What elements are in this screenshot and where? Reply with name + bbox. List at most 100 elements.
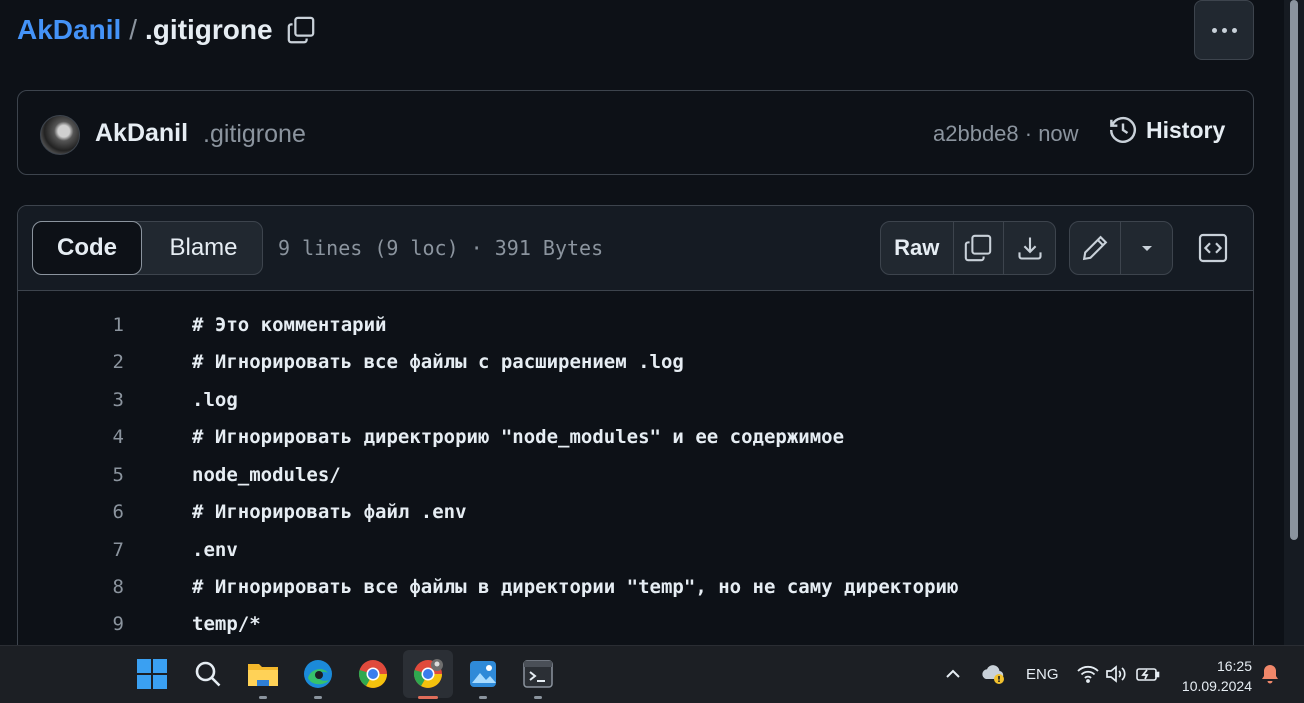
breadcrumb-owner-link[interactable]: AkDanil	[17, 14, 121, 46]
kebab-horizontal-icon	[1211, 27, 1237, 33]
line-content: node_modules/	[192, 463, 341, 486]
scrollbar-thumb[interactable]	[1290, 0, 1298, 540]
windows-logo-icon	[137, 659, 167, 689]
line-number[interactable]: 3	[58, 382, 124, 419]
line-content: # Игнорировать файл .env	[192, 501, 467, 523]
line-number[interactable]: 1	[58, 307, 124, 344]
tab-blame[interactable]: Blame	[143, 221, 264, 275]
copy-icon	[287, 16, 314, 44]
line-number[interactable]: 2	[58, 344, 124, 381]
copy-path-button[interactable]	[285, 14, 317, 46]
keyboard-language[interactable]: ENG	[1026, 666, 1059, 683]
speaker-icon	[1106, 665, 1126, 683]
start-button[interactable]	[132, 654, 172, 694]
file-explorer-button[interactable]	[243, 654, 283, 694]
edit-dropdown-button[interactable]	[1121, 222, 1172, 274]
view-mode-toggle: Blame Code	[32, 221, 263, 275]
line-content: # Это комментарий	[192, 314, 387, 336]
system-clock[interactable]: 16:25 10.09.2024	[1178, 656, 1252, 696]
wifi-icon	[1077, 665, 1099, 683]
code-line: 9 temp/*	[18, 606, 1253, 643]
taskbar-search-button[interactable]	[188, 654, 228, 694]
taskbar-running-indicator	[534, 696, 542, 699]
breadcrumb: AkDanil / .gitigrone	[17, 14, 317, 46]
notifications-button[interactable]	[1250, 654, 1290, 694]
breadcrumb-file-name: .gitigrone	[145, 14, 273, 45]
search-icon	[195, 661, 221, 687]
line-number[interactable]: 5	[58, 457, 124, 494]
file-info: 9 lines (9 loc) · 391 Bytes	[278, 236, 604, 260]
clock-date: 10.09.2024	[1181, 678, 1252, 694]
cloud-warning-icon	[982, 665, 1004, 684]
raw-actions-group: Raw	[880, 221, 1056, 275]
taskbar-active-indicator	[418, 696, 438, 699]
chrome-profile-icon	[413, 659, 443, 688]
line-content: # Игнорировать все файлы с расширением .…	[192, 351, 684, 373]
more-options-button[interactable]	[1194, 0, 1254, 60]
code-square-icon	[1198, 233, 1228, 263]
tab-code[interactable]: Code	[32, 221, 142, 275]
edge-icon	[304, 660, 332, 688]
show-hidden-icons-button[interactable]	[933, 654, 973, 694]
file-header: Blame Code 9 lines (9 loc) · 391 Bytes R…	[18, 206, 1253, 291]
clock-time: 16:25	[1216, 658, 1252, 674]
onedrive-status-button[interactable]	[973, 654, 1013, 694]
pencil-icon	[1082, 235, 1108, 261]
symbols-panel-button[interactable]	[1188, 221, 1238, 275]
photos-icon	[470, 661, 496, 687]
taskbar-running-indicator	[479, 696, 487, 699]
battery-charging-icon	[1136, 668, 1160, 681]
code-line: 1 # Это комментарий	[18, 307, 1253, 344]
line-content: .log	[192, 388, 238, 411]
line-content: .env	[192, 538, 238, 561]
commit-hash-time[interactable]: a2bbde8 · now	[933, 121, 1079, 147]
commit-author[interactable]: AkDanil	[95, 119, 188, 148]
code-line: 6 # Игнорировать файл .env	[18, 494, 1253, 531]
file-viewer: Blame Code 9 lines (9 loc) · 391 Bytes R…	[17, 205, 1254, 665]
triangle-down-icon	[1141, 246, 1152, 251]
photos-button[interactable]	[463, 654, 503, 694]
avatar[interactable]	[40, 115, 80, 155]
edge-button[interactable]	[298, 654, 338, 694]
edit-actions-group	[1069, 221, 1173, 275]
taskbar-running-indicator	[259, 696, 267, 699]
folder-icon	[248, 664, 278, 686]
chevron-up-icon	[946, 669, 960, 678]
code-line: 4 # Игнорировать директрорию "node_modul…	[18, 419, 1253, 456]
terminal-icon	[523, 660, 553, 688]
page-scrollbar[interactable]	[1284, 0, 1304, 645]
copy-icon	[965, 234, 992, 262]
line-content: # Игнорировать директрорию "node_modules…	[192, 426, 845, 448]
bell-icon	[1262, 665, 1278, 684]
history-label: History	[1146, 116, 1226, 143]
download-button[interactable]	[1004, 222, 1055, 274]
code-line: 8 # Игнорировать все файлы в директории …	[18, 569, 1253, 606]
latest-commit-bar: AkDanil .gitigrone a2bbde8 · now History	[17, 90, 1254, 175]
copy-raw-button[interactable]	[954, 222, 1005, 274]
line-number[interactable]: 8	[58, 569, 124, 606]
taskbar-running-indicator	[314, 696, 322, 699]
chrome-icon	[358, 660, 387, 688]
chrome-profile-button[interactable]	[408, 654, 448, 694]
raw-button[interactable]: Raw	[881, 222, 954, 274]
line-number[interactable]: 7	[58, 532, 124, 569]
edit-file-button[interactable]	[1070, 222, 1122, 274]
breadcrumb-separator: /	[129, 14, 138, 45]
line-number[interactable]: 9	[58, 606, 124, 643]
battery-button[interactable]	[1128, 654, 1168, 694]
line-number[interactable]: 6	[58, 494, 124, 531]
download-icon	[1018, 237, 1042, 260]
line-content: # Игнорировать все файлы в директории "t…	[192, 576, 959, 598]
commit-message[interactable]: .gitigrone	[203, 120, 306, 149]
line-content: temp/*	[192, 613, 261, 635]
history-button[interactable]: History	[1108, 115, 1225, 145]
taskbar: ENG 16:25 10.09.2024	[0, 645, 1304, 703]
code-line: 5 node_modules/	[18, 457, 1253, 494]
code-line: 3 .log	[18, 382, 1253, 419]
line-number[interactable]: 4	[58, 419, 124, 456]
history-icon	[1109, 116, 1136, 143]
chrome-button[interactable]	[353, 654, 393, 694]
code-line: 7 .env	[18, 532, 1253, 569]
code-line: 2 # Игнорировать все файлы с расширением…	[18, 344, 1253, 381]
terminal-button[interactable]	[518, 654, 558, 694]
